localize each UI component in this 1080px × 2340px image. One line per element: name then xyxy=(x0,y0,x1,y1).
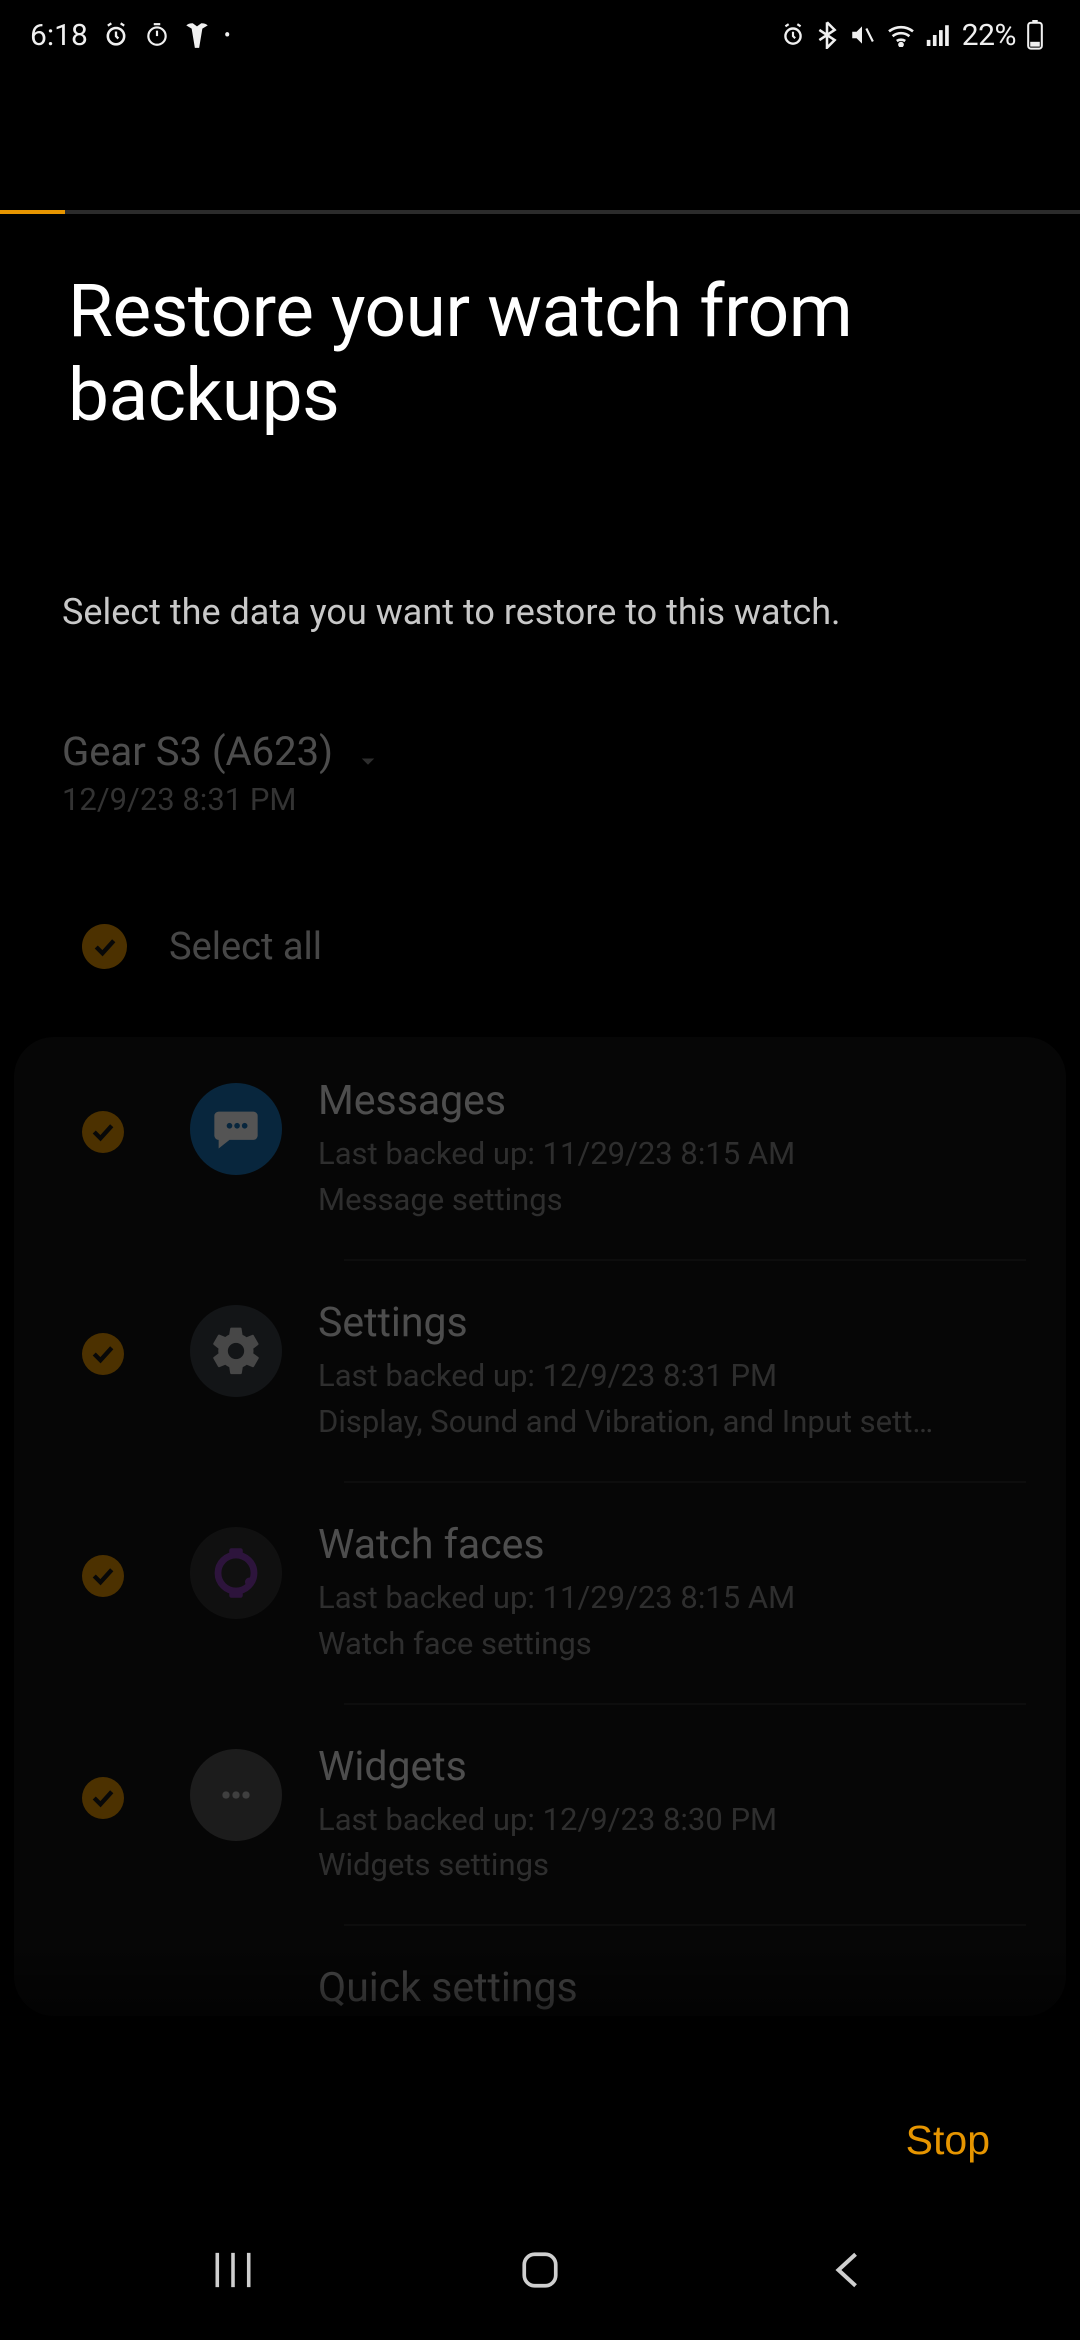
list-item-widgets[interactable]: Widgets Last backed up: 12/9/23 8:30 PM … xyxy=(14,1703,1066,1925)
battery-percent: 22% xyxy=(962,18,1016,53)
page-subtitle: Select the data you want to restore to t… xyxy=(0,438,1080,637)
footer-bar: Stop xyxy=(0,2080,1080,2200)
item-title: Settings xyxy=(318,1299,1026,1347)
device-selector[interactable]: Gear S3 (A623) 12/9/23 8:31 PM xyxy=(0,636,1080,818)
item-checkbox[interactable] xyxy=(82,1111,124,1153)
wifi-icon xyxy=(886,23,916,47)
select-all-checkbox[interactable] xyxy=(82,924,127,969)
android-navbar xyxy=(0,2200,1080,2340)
item-detail: Message settings xyxy=(318,1179,958,1221)
dot-icon: • xyxy=(224,23,231,47)
item-detail: Display, Sound and Vibration, and Input … xyxy=(318,1401,958,1443)
item-title: Quick settings xyxy=(318,1964,1026,2012)
item-backup-time: Last backed up: 12/9/23 8:31 PM xyxy=(318,1355,958,1397)
status-bar: 6:18 • xyxy=(0,0,1080,70)
alarm-icon xyxy=(102,21,130,49)
list-item-settings[interactable]: Settings Last backed up: 12/9/23 8:31 PM… xyxy=(14,1259,1066,1481)
alarm2-icon xyxy=(780,22,806,48)
chevron-down-icon xyxy=(353,746,383,780)
item-backup-time: Last backed up: 11/29/23 8:15 AM xyxy=(318,1577,958,1619)
bluetooth-icon xyxy=(816,21,838,49)
list-item-quicksettings[interactable]: Quick settings xyxy=(14,1924,1066,2016)
select-all-label: Select all xyxy=(169,925,322,969)
list-item-messages[interactable]: Messages Last backed up: 11/29/23 8:15 A… xyxy=(14,1037,1066,1259)
status-left: 6:18 • xyxy=(30,18,231,53)
status-time: 6:18 xyxy=(30,18,88,53)
setup-progress-track xyxy=(0,210,1080,214)
item-title: Watch faces xyxy=(318,1521,1026,1569)
bottom-fade xyxy=(0,1940,1080,2080)
widgets-icon xyxy=(190,1749,282,1841)
item-checkbox[interactable] xyxy=(82,1777,124,1819)
messages-icon xyxy=(190,1083,282,1175)
dimmed-content: Gear S3 (A623) 12/9/23 8:31 PM Select al… xyxy=(0,636,1080,2016)
item-detail: Watch face settings xyxy=(318,1623,958,1665)
battery-icon xyxy=(1026,20,1044,50)
device-timestamp: 12/9/23 8:31 PM xyxy=(62,781,333,818)
list-item-watchfaces[interactable]: Watch faces Last backed up: 11/29/23 8:1… xyxy=(14,1481,1066,1703)
status-right: 22% xyxy=(780,18,1044,53)
item-title: Messages xyxy=(318,1077,1026,1125)
device-name: Gear S3 (A623) xyxy=(62,728,333,775)
nav-home-button[interactable] xyxy=(480,2240,600,2300)
item-detail: Widgets settings xyxy=(318,1844,958,1886)
item-checkbox[interactable] xyxy=(82,1555,124,1597)
item-backup-time: Last backed up: 11/29/23 8:15 AM xyxy=(318,1133,958,1175)
nav-back-button[interactable] xyxy=(787,2240,907,2300)
restore-items-card: Messages Last backed up: 11/29/23 8:15 A… xyxy=(14,1037,1066,2016)
page-title: Restore your watch from backups xyxy=(0,214,1080,438)
gear-icon xyxy=(190,1305,282,1397)
vibrate-mute-icon xyxy=(848,22,876,48)
tesla-icon xyxy=(184,20,210,50)
signal-icon xyxy=(926,24,952,46)
item-checkbox[interactable] xyxy=(82,1333,124,1375)
item-title: Widgets xyxy=(318,1743,1026,1791)
timer-icon xyxy=(144,22,170,48)
nav-recents-button[interactable] xyxy=(173,2240,293,2300)
watchface-icon xyxy=(190,1527,282,1619)
setup-progress-fill xyxy=(0,210,65,214)
item-backup-time: Last backed up: 12/9/23 8:30 PM xyxy=(318,1799,958,1841)
stop-button[interactable]: Stop xyxy=(906,2117,990,2164)
select-all-row[interactable]: Select all xyxy=(0,818,1080,969)
